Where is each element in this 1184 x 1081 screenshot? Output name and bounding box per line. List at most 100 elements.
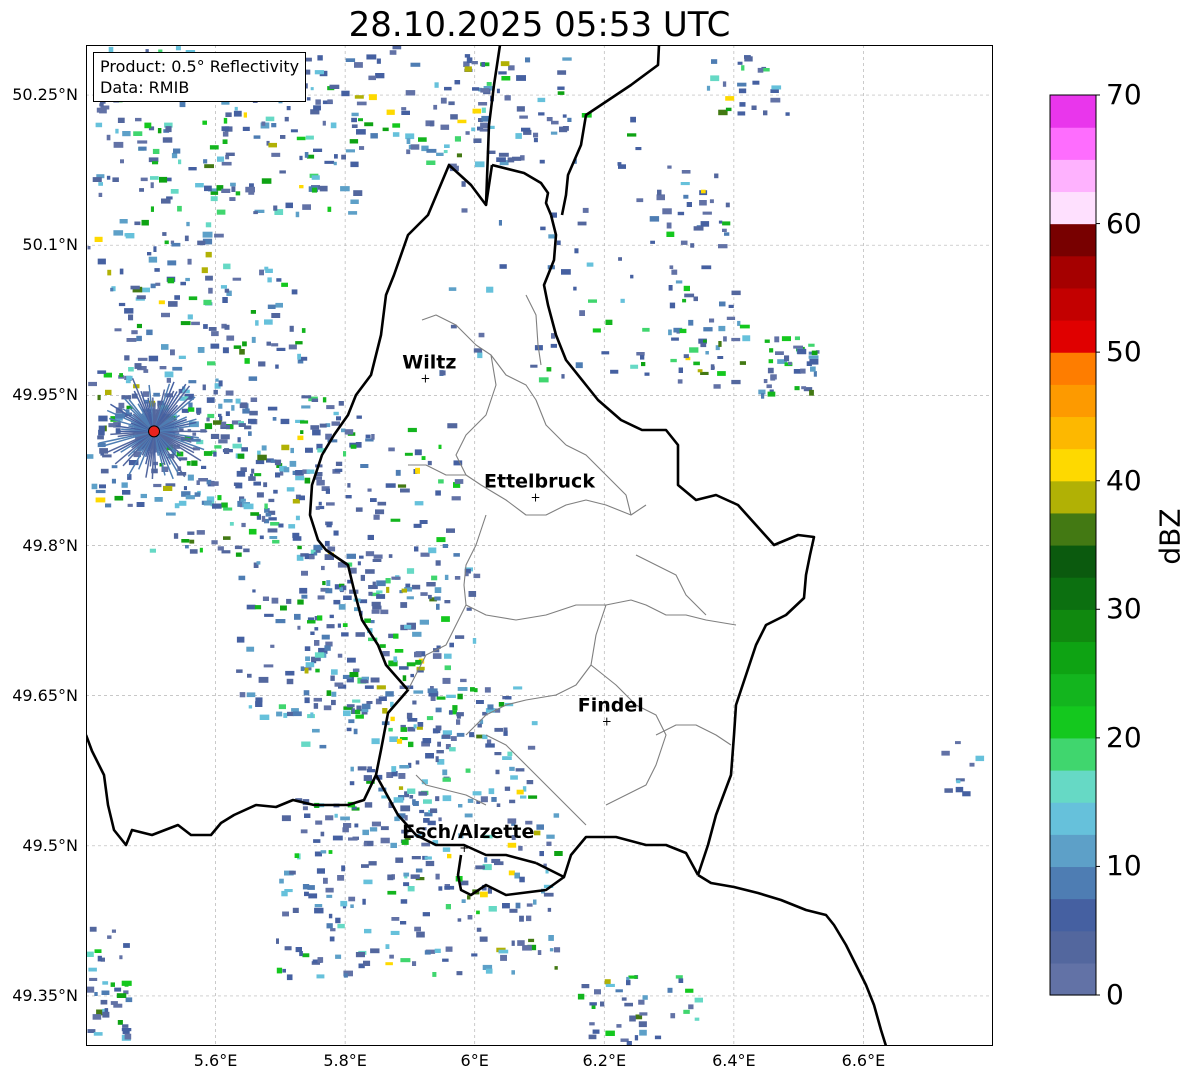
radar-echo-cell: [221, 502, 228, 508]
colorbar-tick-label: 40: [1106, 463, 1142, 497]
radar-echo-cell: [404, 452, 413, 456]
radar-echo-cell: [392, 45, 402, 50]
radar-echo-cell: [304, 477, 311, 484]
radar-echo-cell: [380, 837, 390, 844]
radar-echo-cell: [248, 431, 252, 436]
radar-echo-cell: [461, 208, 468, 213]
radar-echo-cell: [211, 331, 219, 337]
radar-echo-cell: [441, 734, 451, 739]
radar-echo-cell: [426, 160, 436, 165]
radar-echo-cell: [528, 795, 538, 799]
radar-echo-cell: [403, 882, 410, 887]
radar-echo-cell: [641, 362, 646, 367]
radar-echo-cell: [364, 802, 373, 808]
colorbar-segment: [1050, 480, 1096, 514]
radar-echo-cell: [231, 186, 236, 192]
radar-echo-cell: [405, 90, 416, 96]
radar-echo-cell: [123, 943, 130, 948]
radar-echo-cell: [88, 967, 97, 972]
radar-echo-cell: [543, 892, 554, 897]
radar-echo-cell: [313, 105, 321, 111]
radar-echo-cell: [326, 624, 335, 629]
radar-echo-cell: [406, 138, 411, 144]
radar-echo-cell: [229, 197, 236, 201]
radar-echo-cell: [150, 176, 159, 180]
radar-echo-cell: [797, 349, 807, 355]
radar-echo-cell: [406, 712, 413, 719]
radar-echo-cell: [206, 479, 212, 485]
radar-echo-cell: [738, 88, 747, 94]
radar-echo-cell: [685, 988, 694, 993]
radar-echo-cell: [286, 974, 293, 981]
radar-echo-cell: [562, 57, 572, 61]
radar-echo-cell: [694, 997, 703, 1003]
radar-echo-cell: [180, 321, 191, 326]
canton-border: [485, 734, 587, 826]
radar-echo-cell: [346, 704, 355, 708]
radar-echo-cell: [317, 615, 323, 621]
radar-echo-cell: [360, 464, 369, 468]
radar-echo-cell: [429, 121, 434, 127]
radar-echo-cell: [184, 235, 189, 242]
radar-echo-cell: [714, 173, 719, 179]
radar-echo-cell: [268, 517, 277, 521]
radar-echo-cell: [445, 946, 453, 952]
radar-echo-cell: [299, 155, 303, 161]
radar-echo-cell: [325, 815, 334, 821]
radar-echo-cell: [203, 501, 212, 506]
radar-echo-cell: [382, 708, 388, 714]
radar-echo-cell: [412, 700, 417, 705]
radar-echo-cell: [693, 296, 698, 302]
radar-echo-cell: [211, 540, 218, 545]
radar-echo-cell: [669, 265, 674, 269]
radar-echo-cell: [253, 211, 258, 215]
radar-echo-cell: [562, 114, 567, 118]
radar-echo-cell: [360, 680, 369, 684]
radar-echo-cell: [337, 923, 345, 929]
radar-echo-cell: [435, 707, 442, 713]
radar-echo-cell: [531, 721, 538, 726]
radar-echo-cell: [94, 236, 103, 242]
colorbar-segment: [1050, 898, 1096, 932]
radar-echo-cell: [284, 946, 292, 951]
radar-echo-cell: [147, 252, 152, 256]
radar-echo-cell: [371, 434, 375, 440]
radar-echo-cell: [225, 112, 232, 117]
radar-echo-cell: [280, 605, 287, 611]
radar-echo-cell: [473, 138, 482, 143]
radar-echo-cell: [101, 990, 110, 995]
radar-echo-cell: [548, 935, 554, 941]
radar-echo-cell: [701, 189, 706, 194]
radar-echo-cell: [187, 314, 193, 320]
radar-echo-cell: [464, 66, 472, 72]
radar-echo-cell: [355, 507, 363, 512]
radar-echo-cell: [557, 70, 567, 75]
radar-echo-cell: [115, 128, 119, 134]
radar-echo-cell: [504, 95, 511, 101]
radar-echo-cell: [554, 851, 563, 856]
radar-echo-cell: [311, 187, 318, 193]
radar-echo-cell: [391, 766, 397, 772]
radar-echo-cell: [407, 788, 416, 794]
radar-echo-cell: [218, 439, 228, 444]
radar-echo-cell: [280, 471, 284, 476]
radar-echo-cell: [122, 1030, 130, 1035]
radar-echo-cell: [222, 131, 229, 137]
radar-echo-cell: [377, 501, 387, 506]
radar-echo-cell: [359, 555, 364, 559]
radar-echo-cell: [450, 736, 457, 741]
radar-echo-cell: [203, 324, 208, 329]
radar-echo-cell: [784, 355, 790, 362]
radar-echo-cell: [154, 497, 163, 502]
radar-echo-cell: [539, 851, 544, 857]
radar-echo-cell: [605, 319, 613, 325]
lon-tick-label: 5.6°E: [193, 1051, 238, 1070]
radar-echo-cell: [412, 631, 422, 637]
radar-echo-cell: [295, 341, 303, 345]
radar-echo-cell: [285, 670, 295, 676]
radar-echo-cell: [496, 803, 501, 807]
radar-echo-cell: [314, 904, 323, 908]
radar-echo-cell: [514, 872, 520, 879]
radar-echo-cell: [349, 781, 355, 786]
radar-echo-cell: [306, 97, 311, 101]
